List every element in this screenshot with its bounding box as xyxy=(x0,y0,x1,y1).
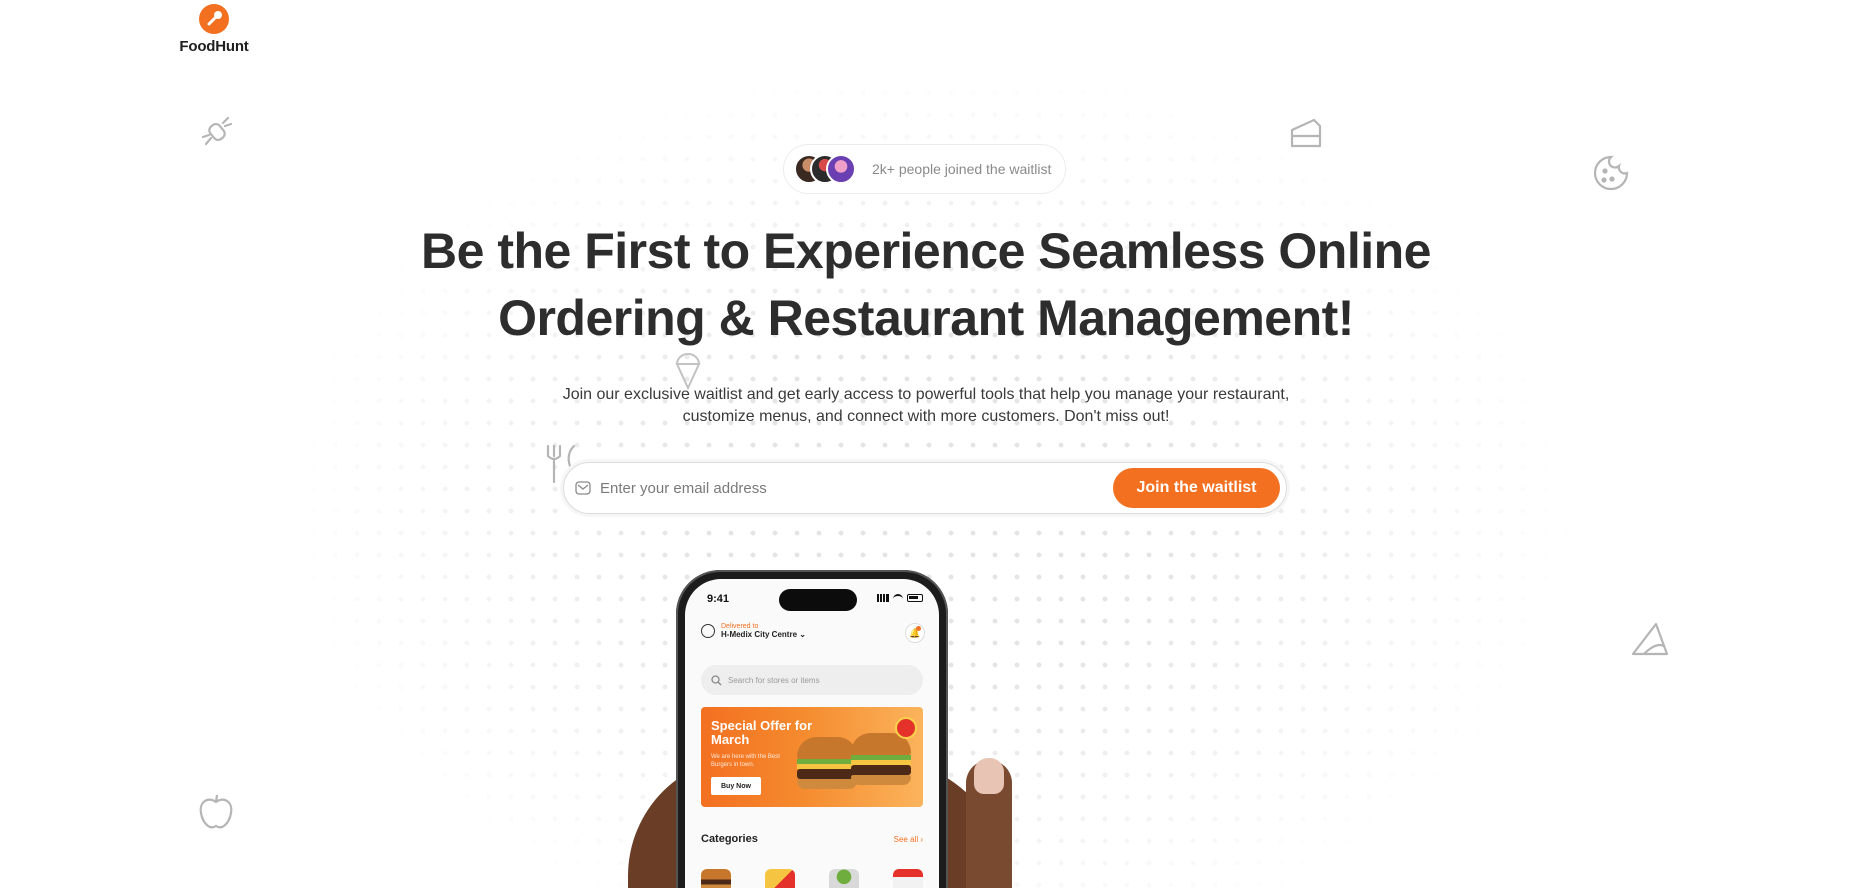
burger-image xyxy=(851,733,911,791)
cake-icon xyxy=(1288,114,1324,155)
status-icons xyxy=(877,594,923,602)
promo-subtitle: We are here with the Best Burgers in tow… xyxy=(711,754,780,768)
waitlist-count-text: 2k+ people joined the waitlist xyxy=(872,161,1052,177)
wifi-icon xyxy=(893,594,903,602)
waitlist-count-pill: 2k+ people joined the waitlist xyxy=(783,144,1066,194)
email-input[interactable] xyxy=(600,479,1113,497)
apple-icon xyxy=(196,792,236,837)
offer-badge-icon xyxy=(895,717,917,739)
phone-mockup: 9:41 Delivered to H-Medix City Centre ⌄ … xyxy=(676,570,948,888)
pizza-category-icon xyxy=(765,869,795,888)
candy-icon xyxy=(198,112,238,157)
drink-category-icon xyxy=(893,869,923,888)
hero-subtext: Join our exclusive waitlist and get earl… xyxy=(562,386,1290,425)
battery-icon xyxy=(907,594,923,602)
join-waitlist-button[interactable]: Join the waitlist xyxy=(1113,468,1280,508)
buy-now-button: Buy Now xyxy=(711,777,761,795)
signal-icon xyxy=(877,594,889,602)
location-name: H-Medix City Centre ⌄ xyxy=(721,630,806,639)
notification-bell-icon: 🔔 xyxy=(905,623,925,643)
waitlist-form: Join the waitlist xyxy=(563,462,1287,514)
chevron-down-icon: ⌄ xyxy=(799,630,806,639)
app-search-placeholder: Search for stores or items xyxy=(728,675,820,685)
avatar xyxy=(826,154,856,184)
mail-icon xyxy=(574,479,592,497)
dynamic-island xyxy=(779,589,857,611)
see-all-link: See all › xyxy=(893,835,923,844)
logo-mark-icon xyxy=(199,4,229,34)
search-icon xyxy=(711,674,722,685)
burger-category-icon xyxy=(701,869,731,888)
thumbnail-image xyxy=(974,758,1004,794)
cookie-icon xyxy=(1592,154,1630,197)
categories-title: Categories xyxy=(701,833,758,845)
bowl-category-icon xyxy=(829,869,859,888)
burger-image xyxy=(797,737,857,795)
status-time: 9:41 xyxy=(707,593,730,605)
delivered-to-label: Delivered to xyxy=(721,623,759,630)
avatar-group xyxy=(794,154,856,184)
app-search-bar: Search for stores or items xyxy=(701,665,923,695)
delivery-location: Delivered to H-Medix City Centre ⌄ xyxy=(701,623,806,639)
pizza-icon xyxy=(1630,620,1670,663)
location-pin-icon xyxy=(701,624,715,638)
brand-logo[interactable]: FoodHunt xyxy=(174,4,254,55)
promo-banner: Special Offer for March We are here with… xyxy=(701,707,923,807)
category-row xyxy=(701,869,923,888)
phone-screen: 9:41 Delivered to H-Medix City Centre ⌄ … xyxy=(685,579,939,888)
brand-name: FoodHunt xyxy=(179,38,249,55)
hero-headline: Be the First to Experience Seamless Onli… xyxy=(421,223,1431,346)
